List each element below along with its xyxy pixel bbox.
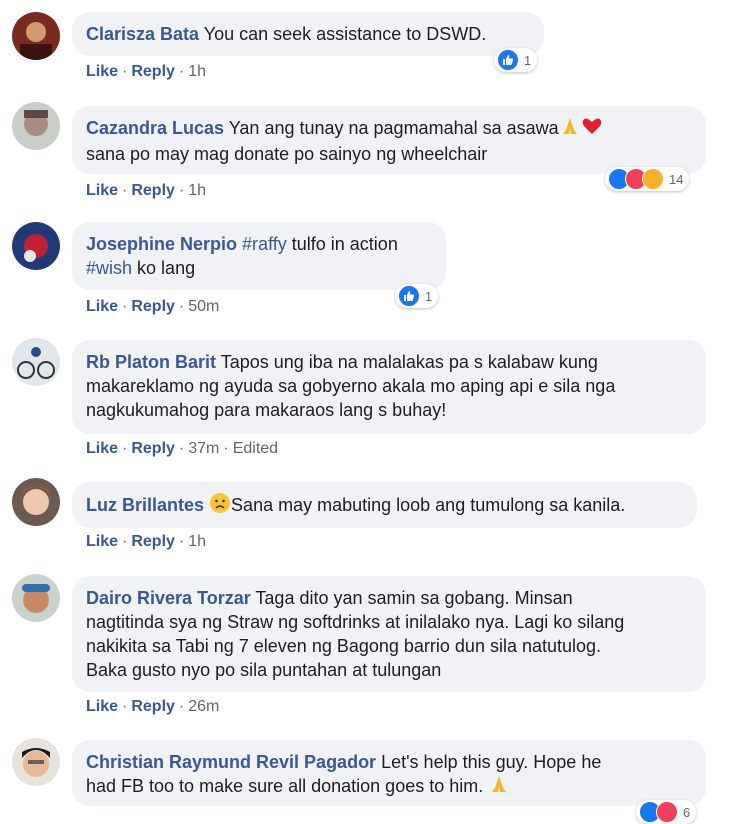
- separator: ·: [122, 298, 128, 315]
- praying-hands-emoji-icon: [488, 774, 510, 800]
- reaction-count: 1: [524, 52, 532, 68]
- like-reaction-icon: [497, 49, 519, 71]
- comment-bubble: Josephine Nerpio #raffy tulfo in action …: [72, 222, 446, 290]
- comment-text-line3: nagkukumahog para makaraos lang s buhay!: [86, 400, 447, 420]
- comment-actions: Like · Reply · 1h: [86, 63, 206, 81]
- reaction-summary[interactable]: 14: [605, 167, 690, 191]
- comment-actions: Like · Reply · 1h: [86, 533, 206, 551]
- avatar[interactable]: [12, 102, 60, 150]
- comment-bubble: Luz Brillantes Sana may mabuting loob an…: [72, 482, 697, 528]
- comment-timestamp[interactable]: 26m: [188, 698, 219, 715]
- comment-timestamp[interactable]: 50m: [188, 298, 219, 315]
- reaction-count: 14: [669, 171, 684, 187]
- separator: ·: [178, 182, 185, 199]
- comment-timestamp[interactable]: 1h: [188, 63, 206, 80]
- comment-text-line2: nagtitinda sya ng Straw ng softdrinks at…: [86, 612, 625, 632]
- comment-timestamp[interactable]: 37m: [188, 440, 219, 457]
- hashtag-link[interactable]: #wish: [86, 258, 132, 278]
- separator: ·: [223, 440, 229, 457]
- reaction-count: 6: [683, 804, 691, 820]
- comment-timestamp[interactable]: 1h: [188, 182, 206, 199]
- love-reaction-icon: [656, 801, 678, 823]
- avatar[interactable]: [12, 338, 60, 386]
- separator: ·: [178, 440, 185, 457]
- reaction-summary[interactable]: 1: [395, 284, 439, 308]
- comment-author[interactable]: Cazandra Lucas: [86, 118, 224, 138]
- reaction-summary[interactable]: 6: [636, 800, 697, 824]
- comment-text: tulfo in action: [291, 234, 398, 254]
- comment-text-line4: Baka gusto nyo po sila puntahan at tulun…: [86, 660, 442, 680]
- avatar[interactable]: [12, 478, 60, 526]
- hashtag-link[interactable]: #raffy: [242, 234, 287, 254]
- separator: ·: [178, 698, 185, 715]
- comment-text-line2: had FB too to make sure all donation goe…: [86, 776, 484, 796]
- comment-timestamp[interactable]: 1h: [188, 533, 206, 550]
- reply-link[interactable]: Reply: [131, 63, 175, 80]
- like-link[interactable]: Like: [86, 182, 118, 199]
- care-reaction-icon: [642, 168, 664, 190]
- comment-bubble: Clarisza Bata You can seek assistance to…: [72, 12, 544, 56]
- comment-author[interactable]: Christian Raymund Revil Pagador: [86, 752, 376, 772]
- separator: ·: [178, 63, 185, 80]
- avatar[interactable]: [12, 738, 60, 786]
- separator: ·: [178, 533, 185, 550]
- comment-actions: Like · Reply · 50m: [86, 298, 219, 316]
- like-reaction-icon: [398, 285, 420, 307]
- comment-author[interactable]: Rb Platon Barit: [86, 352, 216, 372]
- comment-author[interactable]: Josephine Nerpio: [86, 234, 237, 254]
- avatar[interactable]: [12, 222, 60, 270]
- comment-text: Tapos ung iba na malalakas pa s kalabaw …: [220, 352, 598, 372]
- comment-author[interactable]: Luz Brillantes: [86, 495, 204, 515]
- comment-text: Let's help this guy. Hope he: [381, 752, 602, 772]
- reply-link[interactable]: Reply: [131, 698, 175, 715]
- separator: ·: [122, 533, 128, 550]
- comment-text: Taga dito yan samin sa gobang. Minsan: [255, 588, 573, 608]
- comment-bubble: Cazandra Lucas Yan ang tunay na pagmamah…: [72, 106, 706, 174]
- avatar[interactable]: [12, 12, 60, 60]
- separator: ·: [122, 182, 128, 199]
- comment-text: ko lang: [137, 258, 196, 278]
- like-link[interactable]: Like: [86, 298, 118, 315]
- separator: ·: [178, 298, 185, 315]
- like-link[interactable]: Like: [86, 63, 118, 80]
- comment-author[interactable]: Clarisza Bata: [86, 24, 199, 44]
- like-link[interactable]: Like: [86, 533, 118, 550]
- edited-label[interactable]: Edited: [233, 440, 278, 457]
- comment-bubble: Rb Platon Barit Tapos ung iba na malalak…: [72, 340, 706, 434]
- like-link[interactable]: Like: [86, 440, 118, 457]
- like-link[interactable]: Like: [86, 698, 118, 715]
- reaction-summary[interactable]: 1: [494, 48, 538, 72]
- reply-link[interactable]: Reply: [131, 298, 175, 315]
- comment-text: Sana may mabuting loob ang tumulong sa k…: [231, 494, 626, 515]
- avatar[interactable]: [12, 574, 60, 622]
- comment-actions: Like · Reply · 26m: [86, 698, 219, 716]
- comment-actions: Like · Reply · 1h: [86, 182, 206, 200]
- comment-bubble: Dairo Rivera Torzar Taga dito yan samin …: [72, 576, 706, 692]
- separator: ·: [122, 698, 128, 715]
- red-heart-emoji-icon: [581, 116, 603, 142]
- reply-link[interactable]: Reply: [131, 182, 175, 199]
- separator: ·: [122, 63, 128, 80]
- reaction-count: 1: [425, 288, 433, 304]
- reply-link[interactable]: Reply: [131, 440, 175, 457]
- praying-hands-emoji-icon: [559, 116, 581, 142]
- comment-bubble: Christian Raymund Revil Pagador Let's he…: [72, 740, 706, 806]
- comment-text-line3: nakikita sa Tabi ng 7 eleven ng Bagong b…: [86, 636, 602, 656]
- comment-text: You can seek assistance to DSWD.: [203, 24, 487, 44]
- comment-actions: Like · Reply · 37m · Edited: [86, 440, 278, 458]
- comment-text-line2: makareklamo ng ayuda sa gobyerno akala m…: [86, 376, 616, 396]
- separator: ·: [122, 440, 128, 457]
- sad-face-emoji-icon: [209, 492, 231, 520]
- reply-link[interactable]: Reply: [131, 533, 175, 550]
- comment-text: Yan ang tunay na pagmamahal sa asawa: [228, 118, 559, 138]
- comment-author[interactable]: Dairo Rivera Torzar: [86, 588, 251, 608]
- comment-text-line2: sana po may mag donate po sainyo ng whee…: [86, 144, 488, 165]
